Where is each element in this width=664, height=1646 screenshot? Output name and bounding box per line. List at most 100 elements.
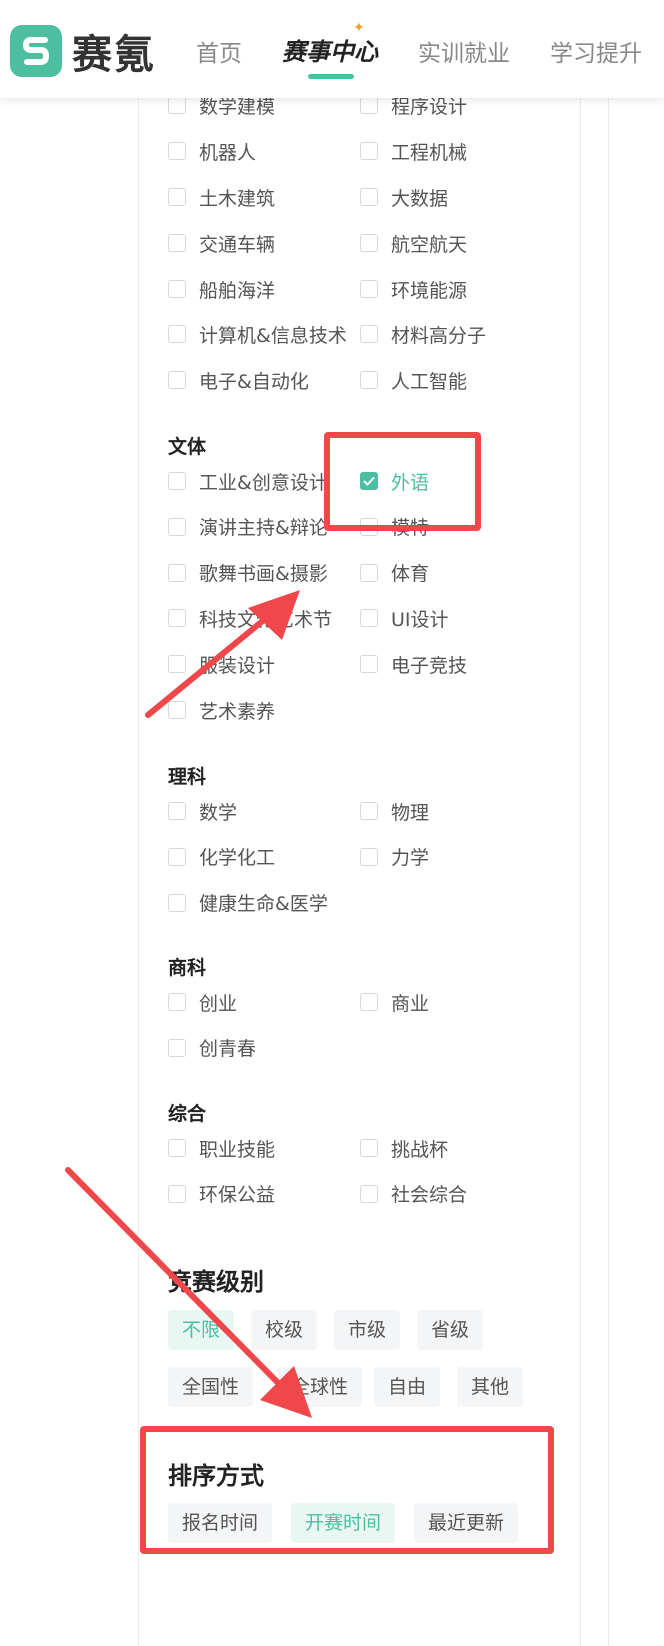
checkbox-option[interactable]: 创业: [168, 990, 238, 1015]
checkbox-label: UI设计: [391, 608, 449, 631]
checkbox-option[interactable]: 演讲主持&辩论: [168, 515, 328, 539]
checkbox-icon[interactable]: [360, 1139, 378, 1157]
checkbox-option[interactable]: 职业技能: [168, 1136, 275, 1161]
checkbox-icon[interactable]: [168, 96, 186, 114]
level-tag[interactable]: 全球性: [277, 1367, 363, 1407]
checkbox-option[interactable]: 人工智能: [360, 368, 467, 393]
checkbox-option[interactable]: 物理: [360, 799, 429, 824]
logo-s-icon: [10, 25, 62, 77]
checkbox-label: 机器人: [199, 141, 257, 164]
checkbox-option[interactable]: 航空航天: [360, 231, 467, 256]
checkbox-icon[interactable]: [168, 1038, 186, 1057]
highlight-box-sort: [140, 1426, 554, 1554]
checkbox-option[interactable]: 创青春: [168, 1036, 256, 1060]
level-tag[interactable]: 省级: [417, 1310, 484, 1350]
top-header: 赛氪 首页 赛事中心 ✦ 实训就业 学习提升: [0, 0, 664, 98]
checkbox-option[interactable]: 数学: [168, 799, 238, 824]
checkbox-icon[interactable]: [168, 1139, 186, 1157]
checkbox-icon[interactable]: [168, 609, 186, 628]
checkbox-option[interactable]: 计算机&信息技术: [168, 322, 347, 347]
panel-border-right: [580, 98, 581, 1646]
checkbox-option[interactable]: 商业: [360, 990, 429, 1015]
checkbox-option[interactable]: 艺术素养: [168, 698, 275, 723]
level-tag[interactable]: 不限: [168, 1310, 235, 1350]
checkbox-icon[interactable]: [360, 280, 378, 298]
checkbox-icon[interactable]: [168, 893, 186, 912]
checkbox-label: 电子&自动化: [199, 370, 309, 393]
checkbox-icon[interactable]: [360, 325, 378, 343]
checkbox-option[interactable]: UI设计: [360, 606, 449, 631]
logo-text: 赛氪: [72, 32, 156, 78]
checkbox-label: 交通车辆: [199, 233, 276, 256]
checkbox-option[interactable]: 电子竞技: [360, 652, 467, 677]
checkbox-option[interactable]: 电子&自动化: [168, 368, 309, 393]
checkbox-option[interactable]: 挑战杯: [360, 1136, 449, 1161]
checkbox-icon[interactable]: [168, 1184, 186, 1203]
checkbox-label: 科技文化艺术节: [199, 608, 333, 631]
checkbox-icon[interactable]: [168, 472, 186, 490]
checkbox-option[interactable]: 体育: [360, 561, 429, 585]
nav-home[interactable]: 首页: [196, 34, 242, 68]
checkbox-option[interactable]: 材料高分子: [360, 322, 486, 347]
level-tag[interactable]: 市级: [334, 1310, 401, 1350]
checkbox-option[interactable]: 环境能源: [360, 277, 468, 302]
checkbox-option[interactable]: 力学: [360, 845, 429, 869]
checkbox-icon[interactable]: [168, 234, 186, 252]
checkbox-icon[interactable]: [360, 847, 378, 866]
level-tag[interactable]: 自由: [374, 1367, 441, 1407]
checkbox-icon[interactable]: [168, 847, 186, 866]
nav-events[interactable]: 赛事中心: [282, 32, 378, 67]
checkbox-icon[interactable]: [360, 802, 378, 820]
checkbox-label: 化学化工: [199, 847, 276, 870]
checkbox-icon[interactable]: [360, 234, 378, 252]
checkbox-icon[interactable]: [360, 655, 378, 674]
nav-training[interactable]: 实训就业: [418, 34, 510, 68]
logo[interactable]: 赛氪: [10, 22, 156, 80]
checkbox-option[interactable]: 歌舞书画&摄影: [168, 561, 328, 585]
nav-learning[interactable]: 学习提升: [550, 34, 642, 68]
checkbox-option[interactable]: 服装设计: [168, 652, 275, 677]
checkbox-icon[interactable]: [168, 517, 186, 536]
checkbox-option[interactable]: 机器人: [168, 139, 257, 164]
checkbox-option[interactable]: 土木建筑: [168, 185, 275, 210]
checkbox-option[interactable]: 大数据: [360, 185, 448, 210]
checkbox-icon[interactable]: [168, 142, 186, 160]
checkbox-icon[interactable]: [360, 1184, 378, 1203]
checkbox-icon[interactable]: [360, 371, 378, 389]
level-tag[interactable]: 其他: [457, 1367, 524, 1407]
checkbox-label: 挑战杯: [391, 1138, 449, 1161]
checkbox-option[interactable]: 船舶海洋: [168, 277, 276, 302]
level-tag[interactable]: 校级: [251, 1310, 318, 1350]
checkbox-icon[interactable]: [168, 325, 186, 343]
checkbox-icon[interactable]: [360, 96, 378, 114]
checkbox-icon[interactable]: [360, 188, 378, 206]
checkbox-option[interactable]: 工程机械: [360, 139, 467, 164]
checkbox-label: 数学: [199, 801, 238, 824]
checkbox-label: 歌舞书画&摄影: [199, 563, 328, 586]
checkbox-icon[interactable]: [360, 142, 378, 160]
checkbox-label: 船舶海洋: [199, 279, 276, 302]
checkbox-option[interactable]: 化学化工: [168, 845, 275, 869]
checkbox-icon[interactable]: [168, 563, 186, 582]
checkbox-option[interactable]: 科技文化艺术节: [168, 606, 333, 631]
checkbox-option[interactable]: 健康生命&医学: [168, 891, 328, 915]
checkbox-option[interactable]: 环保公益: [168, 1182, 275, 1206]
checkbox-icon[interactable]: [168, 701, 186, 719]
checkbox-icon[interactable]: [168, 371, 186, 389]
checkbox-label: 创业: [199, 992, 238, 1015]
checkbox-label: 环保公益: [199, 1184, 276, 1207]
checkbox-icon[interactable]: [360, 993, 378, 1011]
checkbox-icon[interactable]: [168, 655, 186, 674]
checkbox-icon[interactable]: [360, 609, 378, 628]
checkbox-label: 工业&创意设计: [199, 471, 328, 494]
checkbox-option[interactable]: 社会综合: [360, 1182, 467, 1206]
checkbox-icon[interactable]: [360, 563, 378, 582]
checkbox-icon[interactable]: [168, 188, 186, 206]
checkbox-icon[interactable]: [168, 280, 186, 298]
checkbox-icon[interactable]: [168, 802, 186, 820]
checkbox-option[interactable]: 交通车辆: [168, 231, 276, 256]
checkbox-label: 环境能源: [391, 279, 468, 302]
checkbox-option[interactable]: 工业&创意设计: [168, 469, 328, 494]
level-tag[interactable]: 全国性: [168, 1367, 254, 1407]
checkbox-icon[interactable]: [168, 993, 186, 1011]
